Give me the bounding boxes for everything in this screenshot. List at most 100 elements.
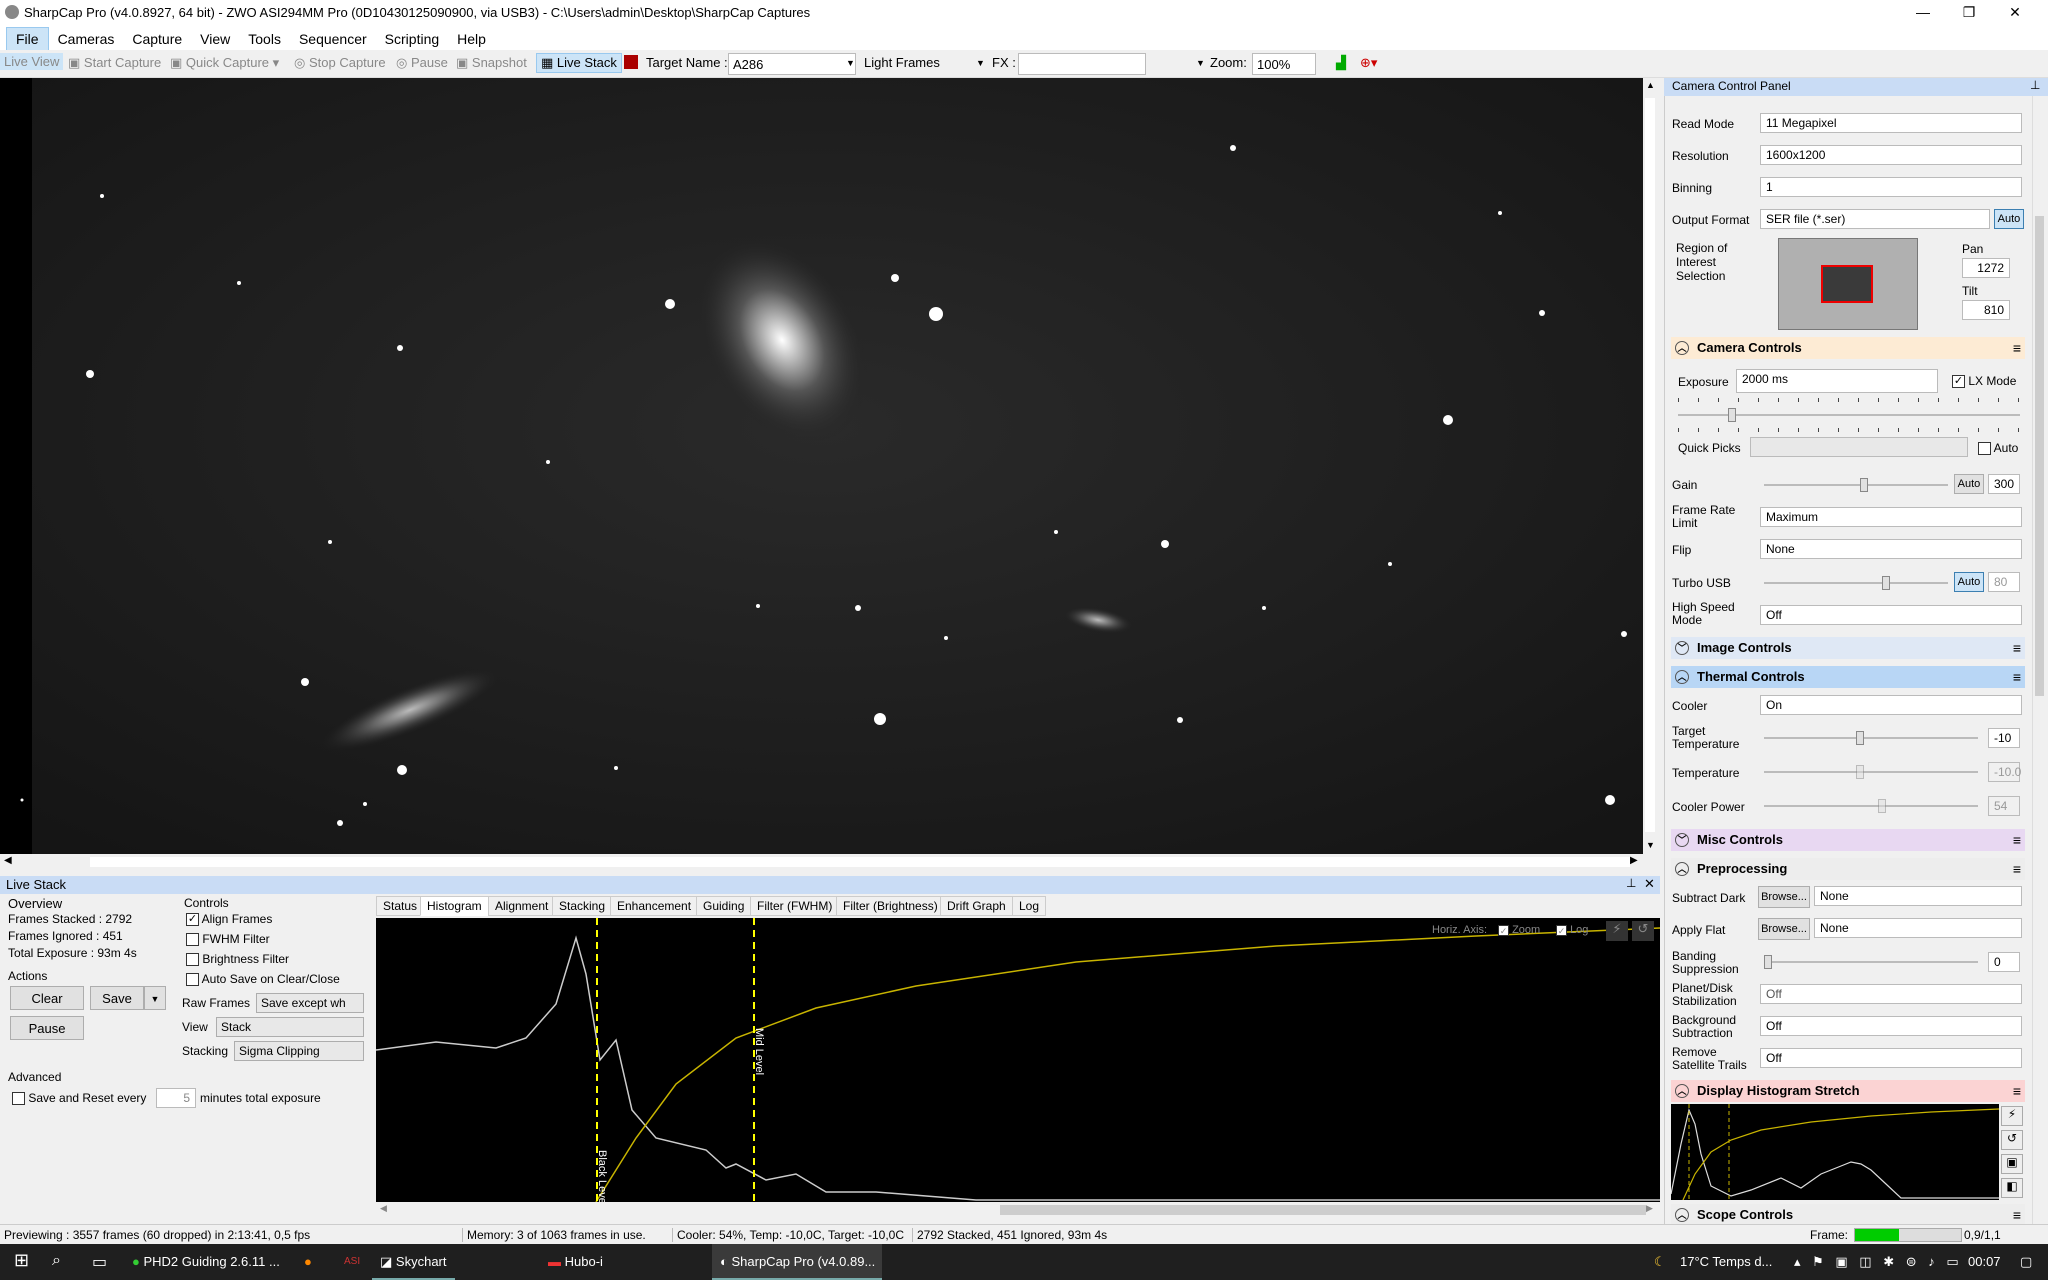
browse-flat-button[interactable]: Browse...: [1758, 918, 1810, 940]
snapshot-button[interactable]: ▣ Snapshot: [456, 55, 527, 71]
turbo-auto-button[interactable]: Auto: [1954, 572, 1984, 592]
auto-stretch-icon[interactable]: ⚡: [2001, 1106, 2023, 1126]
collapse-icon[interactable]: ︿: [1675, 1208, 1689, 1222]
banding-input[interactable]: 0: [1988, 952, 2020, 972]
scope-controls-section[interactable]: ︿ Scope Controls ≡: [1671, 1204, 2025, 1224]
expand-icon[interactable]: ﹀: [1675, 833, 1689, 847]
scroll-thumb[interactable]: [1000, 1205, 1646, 1215]
chevron-right-icon[interactable]: ▶: [1646, 1203, 1653, 1214]
roi-selector[interactable]: [1778, 238, 1918, 330]
resolution-select[interactable]: 1600x1200: [1760, 145, 2022, 165]
menu-icon[interactable]: ≡: [2013, 1083, 2021, 1099]
fx-select[interactable]: [1018, 53, 1146, 75]
reset-icon[interactable]: ↺: [1632, 921, 1654, 941]
notifications-icon[interactable]: ▢: [2012, 1244, 2040, 1280]
chevron-down-icon[interactable]: ▼: [1646, 840, 1655, 850]
target-temp-slider[interactable]: [1764, 731, 1978, 745]
search-icon[interactable]: ⌕: [44, 1244, 69, 1280]
start-capture-button[interactable]: ▣ Start Capture: [68, 55, 161, 71]
close-icon[interactable]: ✕: [1644, 876, 1655, 892]
gain-slider[interactable]: [1764, 478, 1948, 492]
menu-icon[interactable]: ≡: [2013, 640, 2021, 656]
taskbar-item-phd2[interactable]: ● PHD2 Guiding 2.6.11 ...: [124, 1244, 288, 1280]
horizontal-scrollbar[interactable]: ◀ ▶: [0, 854, 1656, 870]
log-toggle[interactable]: ✓ Log: [1556, 924, 1588, 936]
slider-knob[interactable]: [1860, 478, 1868, 492]
image-viewer[interactable]: [0, 78, 1656, 854]
brightness-filter-checkbox[interactable]: [186, 953, 199, 967]
exposure-slider[interactable]: [1678, 408, 2020, 422]
view-select[interactable]: Stack: [216, 1017, 364, 1037]
collapse-icon[interactable]: ︿: [1675, 1084, 1689, 1098]
tab-filter-brightness[interactable]: Filter (Brightness): [836, 896, 945, 916]
weather-text[interactable]: 17°C Temps d...: [1672, 1244, 1780, 1280]
target-temp-input[interactable]: -10: [1988, 728, 2020, 748]
align-frames-row[interactable]: ✓ Align Frames: [186, 912, 272, 927]
frame-type-select[interactable]: Light Frames: [864, 55, 940, 70]
chevron-right-icon[interactable]: ▶: [1630, 855, 1638, 866]
ccp-scrollbar[interactable]: [2032, 96, 2046, 1224]
exposure-input[interactable]: 2000 ms: [1736, 369, 1938, 393]
zoom-checkbox[interactable]: ✓: [1498, 924, 1509, 936]
taskbar-item-hubo[interactable]: ▬ Hubo-i: [540, 1244, 611, 1280]
live-stack-button[interactable]: ▦ Live Stack: [536, 53, 622, 73]
menu-icon[interactable]: ≡: [2013, 1207, 2021, 1223]
brightness-filter-row[interactable]: Brightness Filter: [186, 952, 289, 967]
expand-icon[interactable]: ﹀: [1675, 641, 1689, 655]
auto-save-checkbox[interactable]: [186, 973, 199, 987]
taskbar-item-sharpcap[interactable]: ◐ SharpCap Pro (v4.0.89...: [712, 1244, 882, 1280]
chevron-down-icon[interactable]: ▼: [1196, 58, 1205, 68]
gain-input[interactable]: 300: [1988, 474, 2020, 494]
slider-knob[interactable]: [1856, 731, 1864, 745]
flat-select[interactable]: None: [1814, 918, 2022, 938]
lx-mode-checkbox[interactable]: ✓: [1952, 375, 1965, 389]
tab-log[interactable]: Log: [1012, 896, 1047, 916]
stop-capture-button[interactable]: ◎ Stop Capture: [294, 55, 386, 71]
quick-picks-auto-row[interactable]: Auto: [1978, 441, 2018, 456]
histogram-chart[interactable]: Black Level Mid Level Horiz. Axis: ✓ Zoo…: [375, 918, 1661, 1206]
output-auto-button[interactable]: Auto: [1994, 209, 2024, 229]
cooler-select[interactable]: On: [1760, 695, 2022, 715]
image-controls-section[interactable]: ﹀ Image Controls ≡: [1671, 637, 2025, 659]
slider-knob[interactable]: [1764, 955, 1772, 969]
auto-checkbox[interactable]: [1978, 442, 1991, 456]
menu-view[interactable]: View: [191, 28, 239, 50]
tab-status[interactable]: Status: [376, 896, 425, 916]
tab-filter-fwhm[interactable]: Filter (FWHM): [750, 896, 840, 916]
menu-icon[interactable]: ≡: [2013, 832, 2021, 848]
flip-select[interactable]: None: [1760, 539, 2022, 559]
display-histogram-section[interactable]: ︿ Display Histogram Stretch ≡: [1671, 1080, 2025, 1102]
banding-slider[interactable]: [1764, 955, 1978, 969]
asi-icon[interactable]: ASI: [336, 1244, 368, 1280]
windows-start-icon[interactable]: ⊞: [6, 1244, 37, 1280]
chevron-down-icon[interactable]: ▼: [976, 58, 985, 68]
satellite-select[interactable]: Off: [1760, 1048, 2022, 1068]
background-select[interactable]: Off: [1760, 1016, 2022, 1036]
zoom-select[interactable]: 100%: [1252, 53, 1316, 75]
reset-icon[interactable]: ↺: [2001, 1130, 2023, 1150]
camera-controls-section[interactable]: ︿ Camera Controls ≡: [1671, 337, 2025, 359]
tab-alignment[interactable]: Alignment: [488, 896, 556, 916]
tray-icons[interactable]: ▴ ⚑ ▣ ◫ ✱ ⊜ ♪ ▭: [1786, 1244, 1971, 1280]
tab-drift-graph[interactable]: Drift Graph: [940, 896, 1013, 916]
dark-select[interactable]: None: [1814, 886, 2022, 906]
collapse-icon[interactable]: ︿: [1675, 341, 1689, 355]
tab-guiding[interactable]: Guiding: [696, 896, 752, 916]
pin-icon[interactable]: ⊥: [1626, 876, 1636, 890]
save-icon[interactable]: ▣: [2001, 1154, 2023, 1174]
save-reset-checkbox[interactable]: [12, 1092, 25, 1106]
target-name-input[interactable]: A286: [728, 53, 856, 75]
tilt-input[interactable]: 810: [1962, 300, 2010, 320]
firefox-icon[interactable]: ●: [296, 1244, 320, 1280]
slider-knob[interactable]: [1728, 408, 1736, 422]
read-mode-select[interactable]: 11 Megapixel: [1760, 113, 2022, 133]
close-button[interactable]: ✕: [1992, 0, 2038, 26]
menu-icon[interactable]: ≡: [2013, 861, 2021, 877]
tab-stacking[interactable]: Stacking: [552, 896, 613, 916]
menu-icon[interactable]: ≡: [2013, 340, 2021, 356]
raw-frames-select[interactable]: Save except wh: [256, 993, 364, 1013]
minimize-button[interactable]: —: [1900, 0, 1946, 26]
quick-picks-select[interactable]: [1750, 437, 1968, 457]
pause-stack-button[interactable]: Pause: [10, 1016, 84, 1040]
collapse-icon[interactable]: ︿: [1675, 862, 1689, 876]
